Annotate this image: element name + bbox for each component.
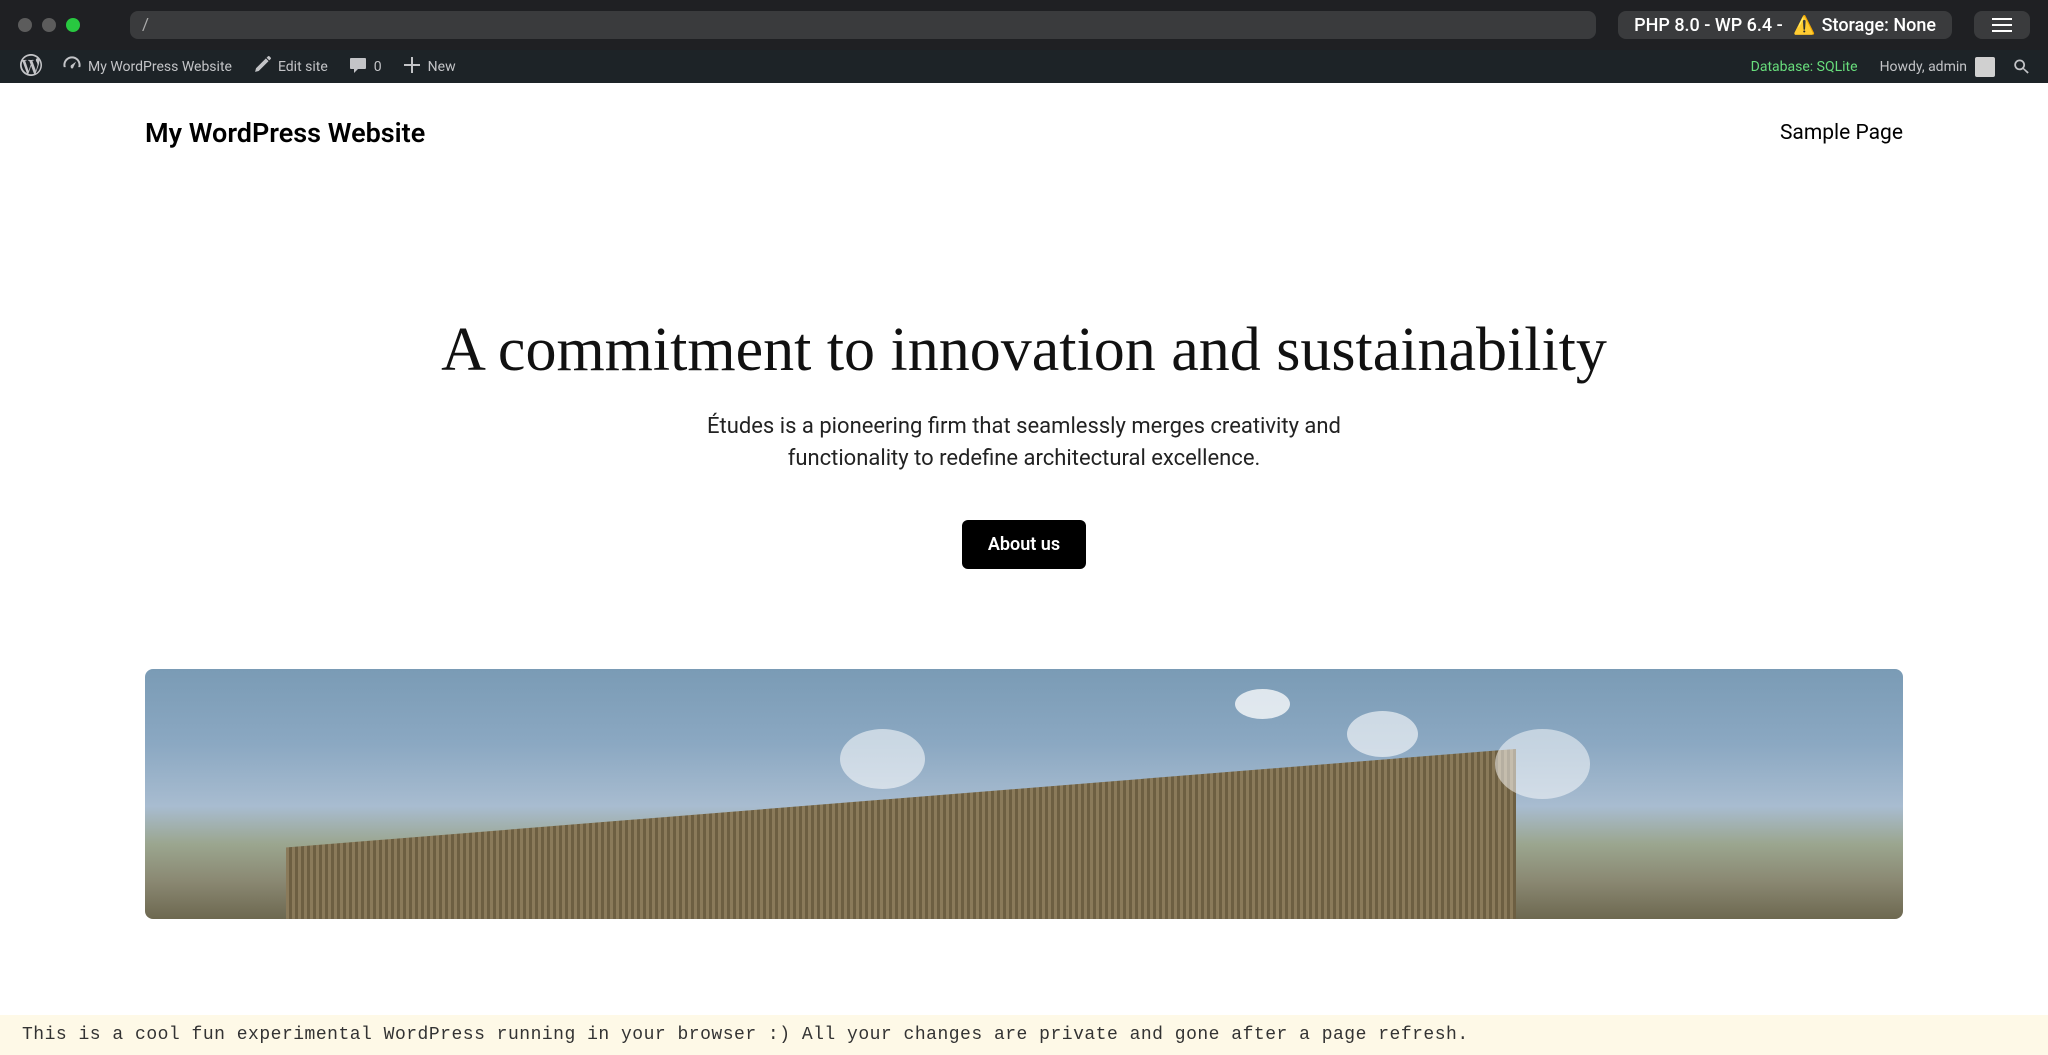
comments-link[interactable]: 0 [338, 50, 392, 83]
wp-admin-bar: My WordPress Website Edit site 0 New Dat… [0, 50, 2048, 83]
dashboard-icon [62, 55, 82, 79]
howdy-text: Howdy, admin [1880, 59, 1967, 75]
new-content-link[interactable]: New [392, 50, 466, 83]
search-button[interactable] [2005, 50, 2038, 83]
comment-icon [348, 55, 368, 79]
edit-site-link[interactable]: Edit site [242, 50, 338, 83]
warning-icon: ⚠️ [1793, 15, 1815, 36]
footer-notice: This is a cool fun experimental WordPres… [0, 1015, 2048, 1055]
hero-subtitle: Études is a pioneering firm that seamles… [654, 411, 1394, 475]
wordpress-icon [20, 54, 42, 80]
hero-image [145, 669, 1903, 919]
database-label: Database: SQLite [1739, 59, 1870, 75]
site-name-link[interactable]: My WordPress Website [52, 50, 242, 83]
new-text: New [428, 59, 456, 75]
maximize-window-button[interactable] [66, 18, 80, 32]
site-nav: Sample Page [1780, 121, 1903, 145]
environment-badge: PHP 8.0 - WP 6.4 - ⚠️ Storage: None [1618, 11, 1952, 39]
wp-logo-button[interactable] [10, 50, 52, 83]
site-title[interactable]: My WordPress Website [145, 117, 425, 149]
site-header: My WordPress Website Sample Page [0, 83, 2048, 183]
close-window-button[interactable] [18, 18, 32, 32]
window-titlebar: / PHP 8.0 - WP 6.4 - ⚠️ Storage: None [0, 0, 2048, 50]
traffic-lights [18, 18, 80, 32]
hamburger-menu-button[interactable] [1974, 11, 2030, 39]
hero-title: A commitment to innovation and sustainab… [0, 318, 2048, 383]
site-name-text: My WordPress Website [88, 59, 232, 75]
plus-icon [402, 55, 422, 79]
url-text: / [142, 15, 149, 35]
comments-count: 0 [374, 59, 382, 75]
minimize-window-button[interactable] [42, 18, 56, 32]
about-us-button[interactable]: About us [962, 520, 1086, 569]
search-icon [2013, 58, 2031, 76]
avatar [1975, 57, 1995, 77]
nav-sample-page[interactable]: Sample Page [1780, 121, 1903, 145]
user-account-link[interactable]: Howdy, admin [1870, 57, 2005, 77]
hero-section: A commitment to innovation and sustainab… [0, 183, 2048, 919]
edit-site-text: Edit site [278, 59, 328, 75]
pencil-icon [252, 55, 272, 79]
url-bar[interactable]: / [130, 11, 1596, 39]
